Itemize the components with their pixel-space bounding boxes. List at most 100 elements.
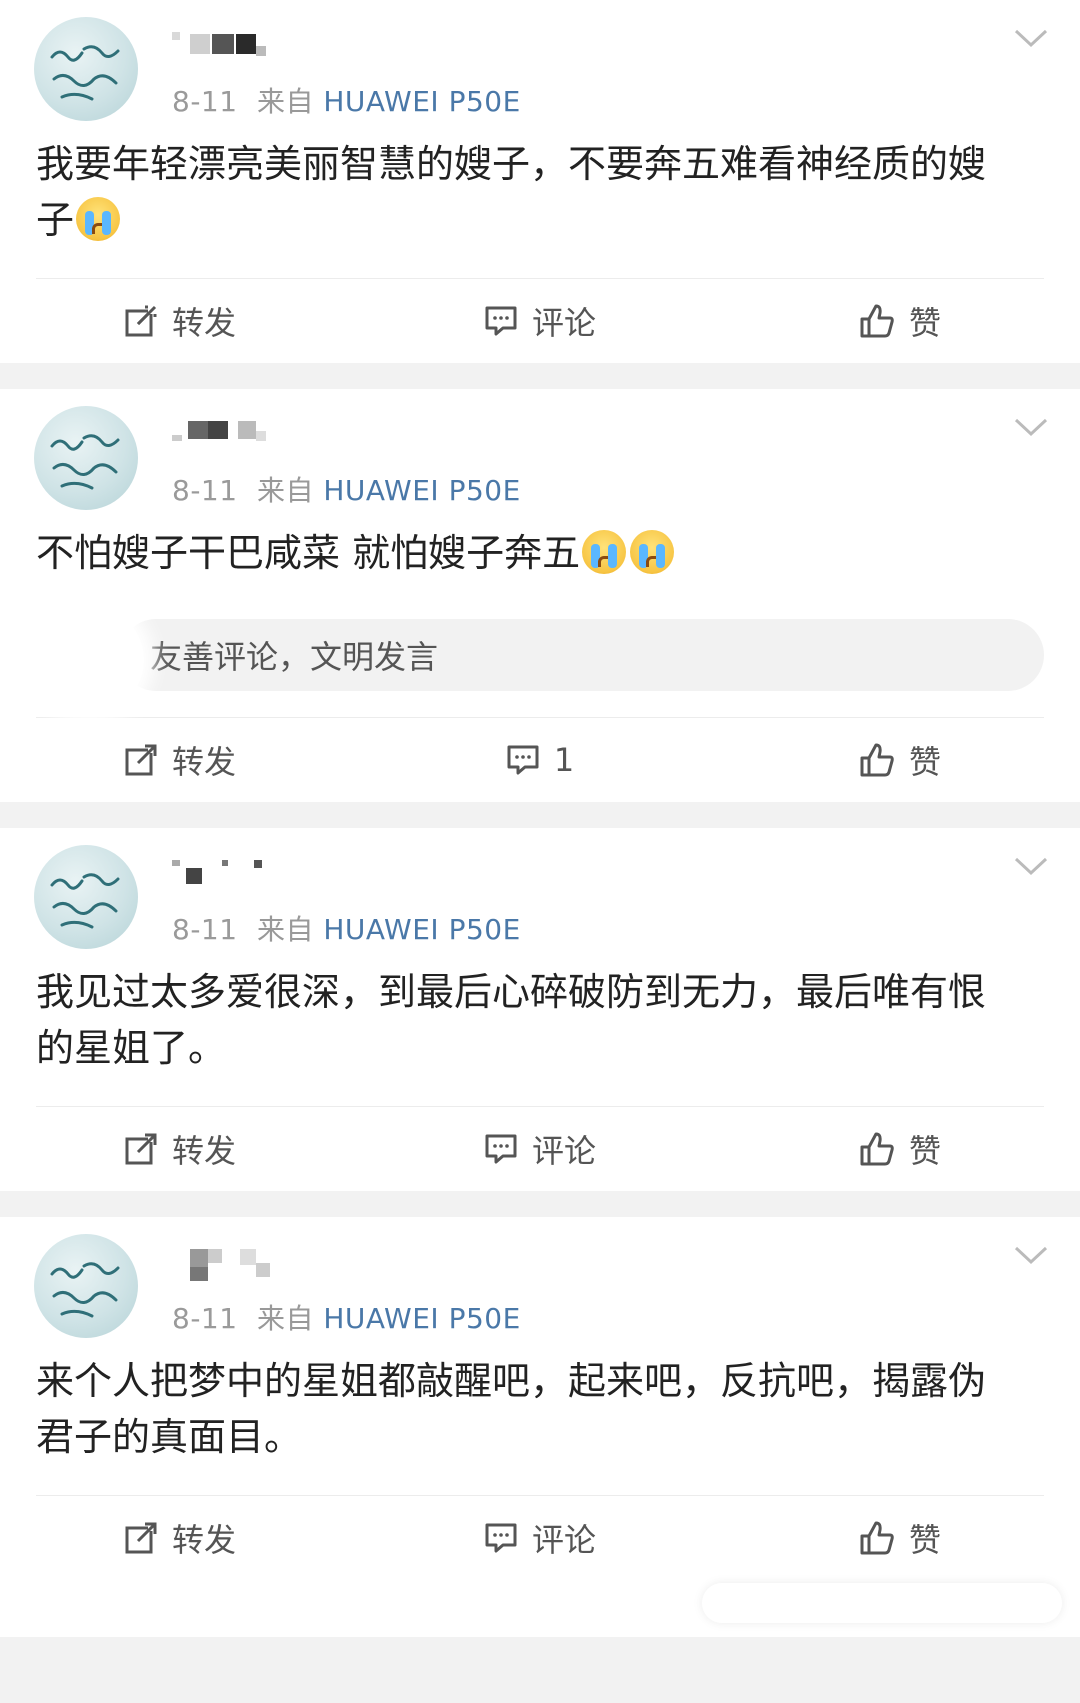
post-meta: 8-11 来自 HUAWEI P50E [172,1297,521,1337]
like-icon [860,1132,894,1166]
avatar-calligraphy [50,873,120,929]
like-label: 赞 [908,304,941,342]
post-source-label: 来自 [256,474,314,507]
chevron-down-icon[interactable] [1014,1245,1048,1265]
chevron-down-icon[interactable] [1014,28,1048,48]
post-device[interactable]: HUAWEI P50E [323,85,520,118]
post-meta: 8-11 来自 HUAWEI P50E [172,908,521,948]
post-source-label: 来自 [256,85,314,118]
post-meta: 8-11 来自 HUAWEI P50E [172,469,521,509]
like-icon [860,743,894,777]
repost-button[interactable]: 转发 [0,1515,360,1561]
post-card: 8-11 来自 HUAWEI P50E 来个人把梦中的星姐都敲醒吧，起来吧，反抗… [0,1217,1080,1637]
post-header: 8-11 来自 HUAWEI P50E [0,389,1080,510]
crying-face-icon [76,197,121,241]
repost-button[interactable]: 转发 [0,298,360,344]
post-header: 8-11 来自 HUAWEI P50E [0,828,1080,949]
comment-composer: 友善评论，文明发言 [0,605,1080,715]
repost-label: 转发 [171,743,236,781]
comment-button[interactable]: 评论 [360,298,720,344]
post-text-line: 来个人把梦中的星姐都敲醒吧，起来吧，反抗吧，揭露伪 [36,1359,987,1403]
post-text-line: 我见过太多爱很深，到最后心碎破防到无力，最后唯有恨 [36,970,987,1014]
post-text-line-wrap: 子 [36,192,1024,248]
post-content: 不怕嫂子干巴咸菜 就怕嫂子奔五 [0,525,1080,581]
comment-count: 1 [553,741,575,779]
post-date: 8-11 [172,474,238,507]
comment-placeholder: 友善评论，文明发言 [150,638,439,676]
repost-label: 转发 [171,1521,236,1559]
post-actions: 转发 评论 赞 [0,1496,1080,1580]
post-device[interactable]: HUAWEI P50E [323,1302,520,1335]
post-card: 8-11 来自 HUAWEI P50E 我要年轻漂亮美丽智慧的嫂子，不要奔五难看… [0,0,1080,363]
repost-icon [125,1521,158,1554]
comment-icon [507,745,539,775]
avatar[interactable] [34,1234,138,1338]
username-blurred[interactable] [172,860,272,886]
repost-icon [125,304,158,337]
commenter-avatar-blurred [34,605,144,715]
comment-label: 评论 [531,1132,596,1170]
crying-face-icon [582,530,627,574]
post-actions: 转发 1 赞 [0,718,1080,802]
avatar[interactable] [34,17,138,121]
like-button[interactable]: 赞 [720,737,1080,783]
repost-label: 转发 [171,1132,236,1170]
like-label: 赞 [908,1521,941,1559]
repost-button[interactable]: 转发 [0,1126,360,1172]
post-text-line: 的星姐了。 [36,1026,227,1070]
comment-button[interactable]: 评论 [360,1126,720,1172]
post-actions: 转发 评论 赞 [0,1107,1080,1191]
like-label: 赞 [908,1132,941,1170]
comment-button[interactable]: 评论 [360,1515,720,1561]
comment-icon [485,1523,517,1553]
comment-icon [485,306,517,336]
comment-input[interactable]: 友善评论，文明发言 [120,619,1044,691]
like-label: 赞 [908,743,941,781]
post-text-line: 不怕嫂子干巴咸菜 就怕嫂子奔五 [36,525,1024,581]
post-content: 我要年轻漂亮美丽智慧的嫂子，不要奔五难看神经质的嫂 子 [0,136,1080,248]
post-source-label: 来自 [256,913,314,946]
post-header: 8-11 来自 HUAWEI P50E [0,1217,1080,1338]
repost-icon [125,743,158,776]
username-blurred[interactable] [172,32,272,58]
avatar[interactable] [34,406,138,510]
post-meta: 8-11 来自 HUAWEI P50E [172,80,521,120]
post-card: 8-11 来自 HUAWEI P50E 我见过太多爱很深，到最后心碎破防到无力，… [0,828,1080,1191]
username-blurred[interactable] [172,1249,272,1281]
post-date: 8-11 [172,913,238,946]
chevron-down-icon[interactable] [1014,856,1048,876]
username-blurred[interactable] [172,421,272,447]
comment-label: 评论 [531,304,596,342]
post-date: 8-11 [172,85,238,118]
like-button[interactable]: 赞 [720,298,1080,344]
post-text-line: 我要年轻漂亮美丽智慧的嫂子，不要奔五难看神经质的嫂 [36,142,987,186]
comment-icon [485,1134,517,1164]
post-card: 8-11 来自 HUAWEI P50E 不怕嫂子干巴咸菜 就怕嫂子奔五 友善评论… [0,389,1080,802]
post-content: 我见过太多爱很深，到最后心碎破防到无力，最后唯有恨 的星姐了。 [0,964,1080,1076]
avatar-calligraphy [50,1262,120,1318]
post-date: 8-11 [172,1302,238,1335]
post-actions: 转发 评论 赞 [0,279,1080,363]
comment-label: 评论 [531,1521,596,1559]
post-device[interactable]: HUAWEI P50E [323,913,520,946]
post-device[interactable]: HUAWEI P50E [323,474,520,507]
avatar-calligraphy [50,45,120,101]
post-header: 8-11 来自 HUAWEI P50E [0,0,1080,121]
crying-face-icon [630,530,675,574]
post-source-label: 来自 [256,1302,314,1335]
weibo-comment-feed: 8-11 来自 HUAWEI P50E 我要年轻漂亮美丽智慧的嫂子，不要奔五难看… [0,0,1080,1637]
repost-icon [125,1132,158,1165]
post-content: 来个人把梦中的星姐都敲醒吧，起来吧，反抗吧，揭露伪 君子的真面目。 [0,1353,1080,1465]
avatar[interactable] [34,845,138,949]
like-icon [860,304,894,338]
chevron-down-icon[interactable] [1014,417,1048,437]
watermark-overlay [702,1583,1062,1623]
repost-label: 转发 [171,304,236,342]
like-button[interactable]: 赞 [720,1126,1080,1172]
like-icon [860,1521,894,1555]
post-text-line: 君子的真面目。 [36,1415,303,1459]
like-button[interactable]: 赞 [720,1515,1080,1561]
comment-button[interactable]: 1 [360,741,720,779]
avatar-calligraphy [50,434,120,490]
repost-button[interactable]: 转发 [0,737,360,783]
